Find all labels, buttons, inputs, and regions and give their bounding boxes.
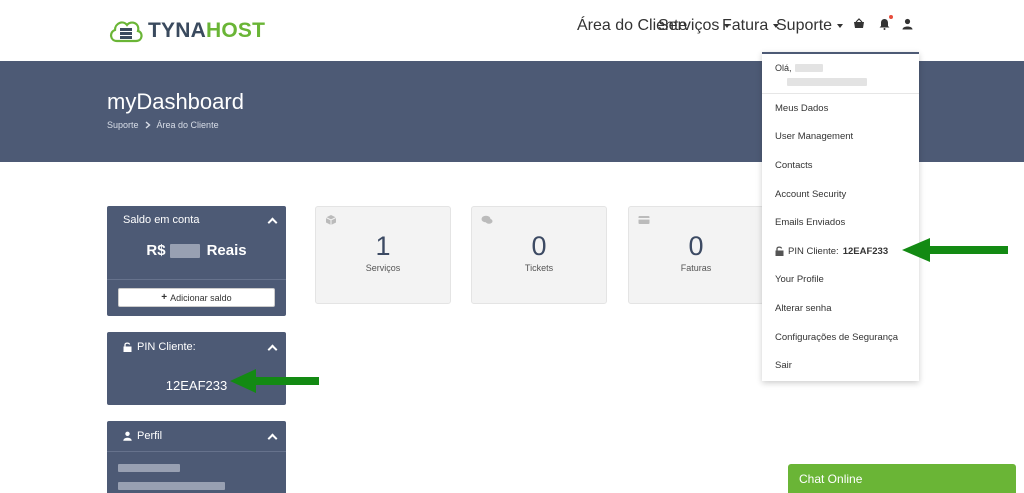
pin-panel-header[interactable]: PIN Cliente: (107, 332, 286, 362)
menu-item-configuracoes-seguranca[interactable]: Configurações de Segurança (762, 323, 919, 352)
menu-item-account-security[interactable]: Account Security (762, 180, 919, 209)
stat-value: 0 (531, 231, 547, 261)
add-saldo-label: Adicionar saldo (170, 292, 232, 303)
nav-suporte[interactable]: Suporte (776, 17, 844, 35)
menu-item-your-profile[interactable]: Your Profile (762, 266, 919, 295)
cart-icon[interactable] (853, 17, 865, 29)
user-icon (123, 431, 132, 441)
chevron-up-icon[interactable] (267, 217, 278, 227)
redacted-balance (169, 243, 200, 258)
menu-item-sair[interactable]: Sair (762, 351, 919, 380)
menu-item-contacts[interactable]: Contacts (762, 151, 919, 180)
saldo-unit: Reais (206, 242, 247, 259)
menu-item-emails-enviados[interactable]: Emails Enviados (762, 208, 919, 237)
nav-suporte-label: Suporte (776, 17, 833, 34)
saldo-panel: Saldo em conta R$ Reais + Adicionar sald… (107, 206, 286, 316)
cube-icon (325, 215, 337, 225)
chevron-up-icon[interactable] (267, 433, 278, 443)
add-saldo-button[interactable]: + Adicionar saldo (118, 288, 275, 307)
stat-value: 1 (375, 231, 391, 261)
redacted-profile-detail (118, 482, 225, 490)
user-dropdown-menu: Olá, Meus Dados User Management Contacts… (762, 52, 919, 381)
stat-label: Serviços (365, 263, 401, 273)
annotation-arrow-left-icon (230, 369, 319, 393)
dropdown-greeting: Olá, (762, 54, 919, 94)
page-title: myDashboard (107, 89, 244, 114)
perfil-panel-header[interactable]: Perfil (107, 421, 286, 451)
chevron-up-icon[interactable] (267, 344, 278, 354)
perfil-panel-title: Perfil (137, 430, 163, 442)
plus-icon: + (161, 292, 168, 303)
breadcrumb-area-cliente: Área do Cliente (156, 120, 219, 130)
redacted-email (787, 78, 867, 86)
caret-down-icon (837, 23, 844, 28)
unlock-icon (123, 342, 132, 352)
chat-online-label: Chat Online (799, 471, 863, 486)
cloud-server-logo-icon (110, 21, 143, 43)
saldo-value: R$ Reais (107, 242, 286, 259)
nav-servicos[interactable]: Serviços (658, 17, 731, 35)
user-icon[interactable] (902, 17, 914, 30)
pin-label: PIN Cliente: (788, 245, 839, 257)
stat-card-tickets[interactable]: 0 Tickets (471, 206, 607, 304)
perfil-panel: Perfil (107, 421, 286, 493)
divider (107, 279, 286, 280)
breadcrumb: Suporte Área do Cliente (107, 120, 219, 130)
brand-logo[interactable]: TYNAHOST (108, 15, 265, 47)
brand-name: TYNAHOST (148, 19, 266, 42)
redacted-profile-name (118, 464, 180, 472)
saldo-panel-title: Saldo em conta (123, 214, 200, 226)
stat-card-faturas[interactable]: 0 Faturas (628, 206, 764, 304)
stat-label: Tickets (524, 263, 554, 273)
nav-servicos-label: Serviços (658, 17, 720, 34)
unlock-icon (775, 246, 784, 257)
nav-fatura[interactable]: Fatura (722, 17, 780, 35)
menu-item-pin-cliente[interactable]: PIN Cliente: 12EAF233 (762, 237, 919, 266)
pin-panel-title: PIN Cliente: (137, 341, 196, 353)
notification-dot (889, 15, 893, 19)
saldo-currency: R$ (146, 242, 166, 259)
greeting-label: Olá, (775, 63, 792, 73)
pin-value: 12EAF233 (842, 245, 889, 257)
menu-item-meus-dados[interactable]: Meus Dados (762, 94, 919, 123)
comments-icon (481, 215, 493, 224)
nav-fatura-label: Fatura (722, 17, 769, 34)
chevron-right-icon (145, 121, 151, 129)
breadcrumb-suporte[interactable]: Suporte (107, 120, 139, 130)
bell-icon[interactable] (879, 15, 893, 30)
annotation-arrow-left-icon (902, 238, 1008, 262)
menu-item-user-management[interactable]: User Management (762, 123, 919, 152)
menu-item-alterar-senha[interactable]: Alterar senha (762, 294, 919, 323)
credit-card-icon (638, 216, 650, 224)
chat-online-button[interactable]: Chat Online (788, 464, 1016, 493)
saldo-panel-header[interactable]: Saldo em conta (107, 206, 286, 234)
stat-card-servicos[interactable]: 1 Serviços (315, 206, 451, 304)
redacted-username (794, 64, 823, 72)
stat-label: Faturas (680, 263, 712, 273)
divider (107, 451, 286, 452)
stat-value: 0 (688, 231, 704, 261)
